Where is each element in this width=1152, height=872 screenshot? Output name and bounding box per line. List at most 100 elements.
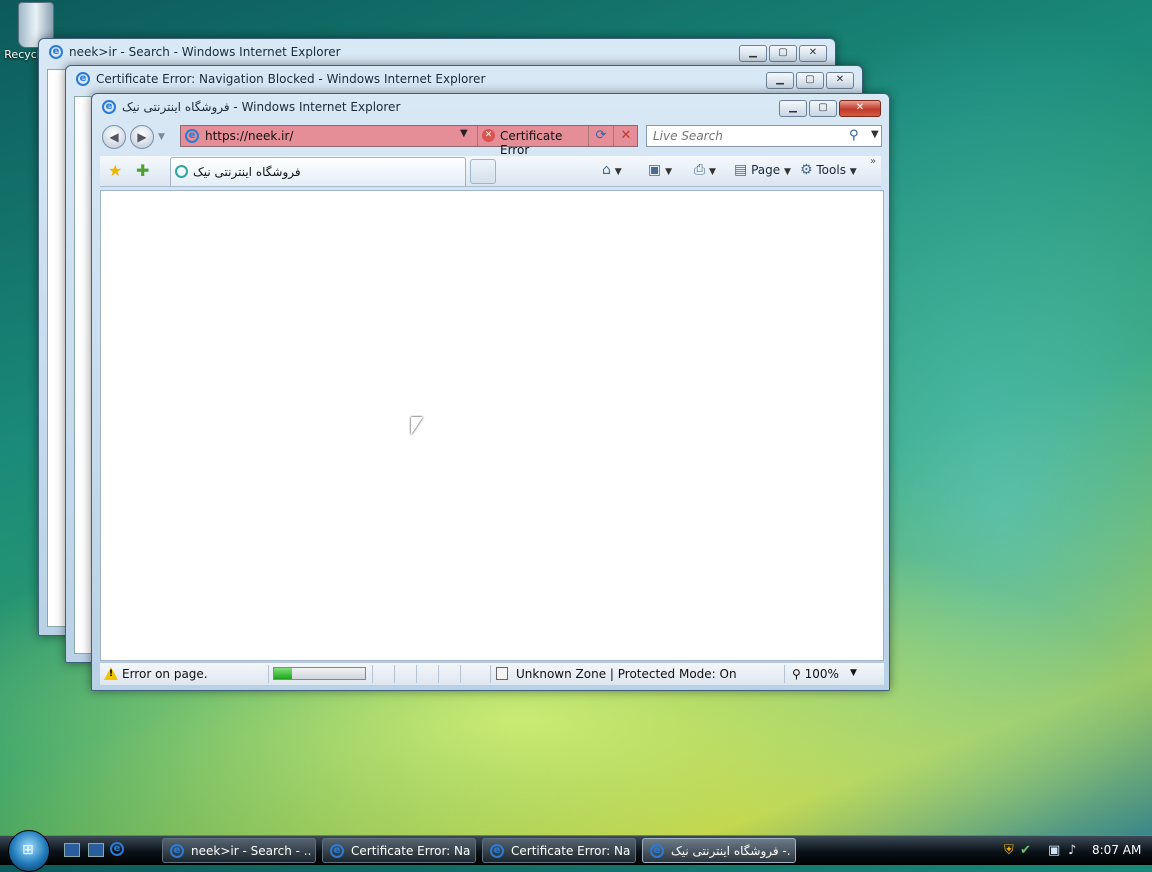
home-button[interactable]: ⌂ ▼ <box>602 162 622 178</box>
more-commands-chevron-icon[interactable]: » <box>870 156 876 167</box>
zoom-dropdown-icon[interactable]: ▼ <box>850 668 857 678</box>
minimize-button[interactable]: ▁ <box>739 45 767 62</box>
close-button[interactable]: ✕ <box>839 100 881 117</box>
tools-dropdown-icon: ▼ <box>849 167 857 177</box>
status-divider <box>416 665 417 683</box>
ie-icon: e <box>650 844 664 858</box>
add-favorites-icon[interactable]: ✚ <box>136 161 149 180</box>
search-options-dropdown[interactable]: ▼ <box>871 129 879 140</box>
volume-muted-icon[interactable]: ♪ <box>1068 843 1076 858</box>
status-divider <box>460 665 461 683</box>
ie-icon: e <box>102 100 116 114</box>
loading-icon <box>175 165 188 178</box>
taskbar-button-label: neek>ir - Search - ... <box>191 844 311 858</box>
maximize-button[interactable]: ▢ <box>809 100 837 117</box>
search-icon[interactable]: ⚲ <box>849 128 859 143</box>
tab-neek[interactable]: فروشگاه اینترنتی نیک <box>170 157 466 186</box>
zoom-text: 100% <box>804 667 839 681</box>
status-divider <box>784 665 785 683</box>
title-bar[interactable]: e neek>ir - Search - Windows Internet Ex… <box>39 39 835 65</box>
taskbar-button-label: Certificate Error: Na... <box>511 844 631 858</box>
search-input[interactable] <box>651 128 845 144</box>
feeds-dropdown-icon[interactable]: ▼ <box>665 167 672 177</box>
start-button[interactable]: ⊞ <box>8 830 50 872</box>
recent-pages-dropdown[interactable]: ▼ <box>158 132 165 142</box>
home-dropdown-icon[interactable]: ▼ <box>615 167 622 177</box>
quick-launch-ie-icon[interactable]: e <box>110 842 124 856</box>
print-button[interactable]: ⎙ ▼ <box>694 162 716 178</box>
taskbar: ⊞ e e neek>ir - Search - ... e Certifica… <box>0 830 1152 872</box>
minimize-button[interactable]: ▁ <box>766 72 794 89</box>
page-menu[interactable]: ▤ Page ▼ <box>734 162 791 178</box>
back-button[interactable]: ◀ <box>102 125 126 149</box>
taskbar-button-search[interactable]: e neek>ir - Search - ... <box>162 838 316 863</box>
close-button[interactable]: ✕ <box>799 45 827 62</box>
page-content[interactable] <box>100 190 884 661</box>
status-divider <box>268 665 269 683</box>
zone-lock-icon <box>496 667 508 680</box>
taskbar-button-cert-error-1[interactable]: e Certificate Error: Na... <box>322 838 476 863</box>
title-bar[interactable]: e فروشگاه اینترنتی نیک - Windows Interne… <box>92 94 889 120</box>
feeds-button[interactable]: ▣ ▼ <box>648 162 672 178</box>
maximize-button[interactable]: ▢ <box>769 45 797 62</box>
status-divider <box>490 665 491 683</box>
print-dropdown-icon[interactable]: ▼ <box>709 167 716 177</box>
new-tab-button[interactable] <box>470 159 496 184</box>
window-title: neek>ir - Search - Windows Internet Expl… <box>69 45 341 59</box>
ie-icon: e <box>76 72 90 86</box>
progress-bar <box>273 667 366 680</box>
update-icon[interactable]: ✔ <box>1020 843 1031 858</box>
ie-icon: e <box>170 844 184 858</box>
command-bar: ★ ✚ فروشگاه اینترنتی نیک ⌂ ▼ ▣ ▼ ⎙ ▼ ▤ P… <box>100 156 881 187</box>
certificate-error-button[interactable]: ✕ Certificate Error <box>477 126 588 157</box>
status-text[interactable]: Error on page. <box>122 667 208 681</box>
address-bar[interactable]: e https://neek.ir/ ▼ ✕ Certificate Error… <box>180 125 638 157</box>
refresh-button[interactable]: ⟳ <box>588 126 613 146</box>
minimize-button[interactable]: ▁ <box>779 100 807 117</box>
switch-windows-icon[interactable] <box>88 843 104 857</box>
taskbar-button-label: Certificate Error: Na... <box>351 844 471 858</box>
window-title: فروشگاه اینترنتی نیک - Windows Internet … <box>122 100 401 114</box>
navigation-bar: ◀ ▶ ▼ e https://neek.ir/ ▼ ✕ Certificate… <box>100 122 882 157</box>
forward-button[interactable]: ▶ <box>130 125 154 149</box>
taskbar-button-label: فروشگاه اینترنتی نیک -... <box>671 844 791 858</box>
page-dropdown-icon: ▼ <box>783 167 791 177</box>
ie-icon: e <box>49 45 63 59</box>
progress-fill <box>274 668 293 679</box>
status-divider <box>394 665 395 683</box>
security-shield-icon[interactable]: ⛨ <box>1004 843 1014 858</box>
tools-menu[interactable]: ⚙ Tools ▼ <box>800 162 857 178</box>
status-divider <box>438 665 439 683</box>
status-bar: ! Error on page. Unknown Zone | Protecte… <box>100 662 884 685</box>
ie-window-neek[interactable]: e فروشگاه اینترنتی نیک - Windows Interne… <box>91 93 890 691</box>
show-desktop-icon[interactable] <box>64 843 80 857</box>
taskbar-button-neek[interactable]: e فروشگاه اینترنتی نیک -... <box>642 838 796 863</box>
certificate-error-icon: ✕ <box>482 129 495 142</box>
maximize-button[interactable]: ▢ <box>796 72 824 89</box>
stop-button[interactable]: ✕ <box>613 126 638 146</box>
address-url[interactable]: https://neek.ir/ <box>205 129 293 143</box>
zoom-icon: ⚲ <box>792 667 801 681</box>
window-title: Certificate Error: Navigation Blocked - … <box>96 72 486 86</box>
gear-icon: ⚙ <box>800 162 813 178</box>
status-divider <box>372 665 373 683</box>
clock[interactable]: 8:07 AM <box>1092 843 1141 857</box>
printer-icon: ⎙ <box>694 162 706 178</box>
security-zone-text[interactable]: Unknown Zone | Protected Mode: On <box>516 667 737 681</box>
close-button[interactable]: ✕ <box>826 72 854 89</box>
warning-icon[interactable]: ! <box>104 667 118 680</box>
tab-label: فروشگاه اینترنتی نیک <box>193 165 301 179</box>
title-bar[interactable]: e Certificate Error: Navigation Blocked … <box>66 66 862 92</box>
tools-menu-label: Tools <box>816 163 846 177</box>
network-icon[interactable]: ▣ <box>1048 843 1060 858</box>
favorites-star-icon[interactable]: ★ <box>108 161 122 180</box>
search-box[interactable]: ⚲ ▼ <box>646 125 882 147</box>
ie-icon: e <box>490 844 504 858</box>
back-arrow-icon: ◀ <box>109 130 119 144</box>
zoom-level[interactable]: ⚲ 100% <box>792 667 839 681</box>
forward-arrow-icon: ▶ <box>137 130 147 144</box>
address-dropdown[interactable]: ▼ <box>460 128 468 139</box>
certificate-error-label: Certificate Error <box>500 129 563 157</box>
home-icon: ⌂ <box>602 162 611 178</box>
taskbar-button-cert-error-2[interactable]: e Certificate Error: Na... <box>482 838 636 863</box>
